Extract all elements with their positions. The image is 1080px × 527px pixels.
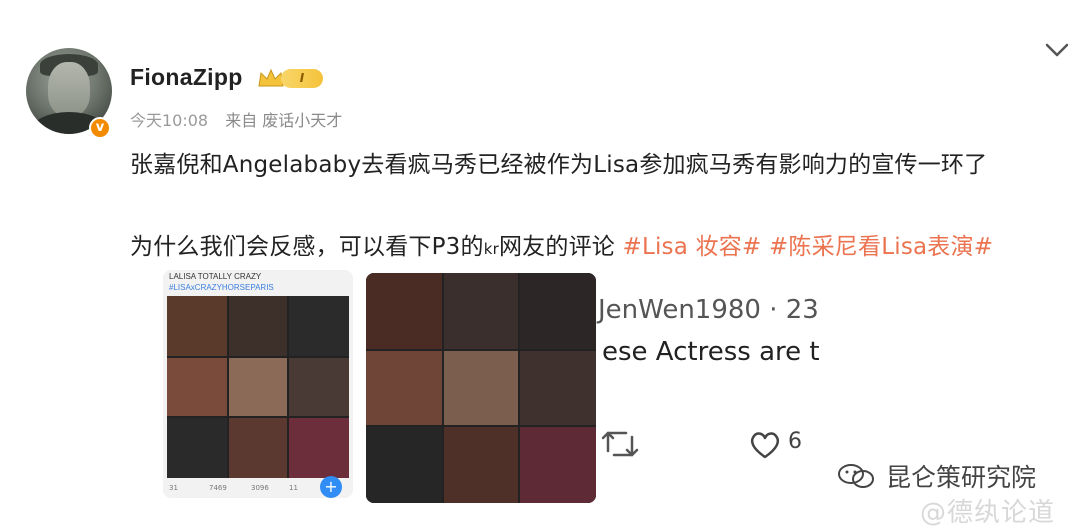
watermark-text-1: 昆仑策研究院 bbox=[886, 463, 1037, 492]
post-image-1[interactable]: LALISA TOTALLY CRAZY #LISAxCRAZYHORSEPAR… bbox=[163, 270, 353, 498]
image1-collage bbox=[167, 296, 349, 478]
collage-cell bbox=[520, 427, 596, 503]
post-text-plain: 为什么我们会反感，可以看下P3的 bbox=[130, 234, 484, 260]
tweet-like-count: 6 bbox=[788, 429, 802, 454]
post-meta: 今天10:08 来自 废话小天才 bbox=[130, 107, 354, 131]
collage-cell bbox=[444, 427, 518, 503]
verified-badge-icon: v bbox=[89, 117, 111, 139]
image1-comment-count: 31 bbox=[169, 484, 178, 492]
watermark-text-2: @德纨论道 bbox=[920, 498, 1056, 527]
vip-badge[interactable]: I bbox=[257, 66, 327, 90]
collage-cell bbox=[366, 273, 442, 349]
image1-view-count: 11 bbox=[289, 484, 298, 492]
username[interactable]: FionaZipp bbox=[130, 64, 243, 91]
image1-caption-tag: #LISAxCRAZYHORSEPARIS bbox=[169, 283, 274, 292]
post-image-2[interactable] bbox=[366, 273, 596, 503]
collage-cell bbox=[229, 296, 287, 356]
collage-cell bbox=[444, 273, 518, 349]
image1-caption-title: LALISA TOTALLY CRAZY bbox=[169, 272, 262, 281]
image2-collage bbox=[366, 273, 596, 503]
post-text-line2: 为什么我们会反感，可以看下P3的kr网友的评论 #Lisa 妆容# #陈采尼看L… bbox=[130, 227, 993, 261]
vip-level: I bbox=[281, 69, 323, 88]
wechat-icon bbox=[838, 464, 874, 488]
collage-cell bbox=[520, 351, 596, 425]
collage-cell bbox=[289, 296, 349, 356]
collage-cell bbox=[167, 358, 227, 416]
post-time: 今天10:08 bbox=[130, 111, 209, 130]
collage-cell bbox=[366, 351, 442, 425]
post-image-3[interactable]: JenWen1980 · 23 ese Actress are t 6 bbox=[596, 273, 834, 493]
avatar-face bbox=[48, 62, 90, 116]
hashtag-lisa-makeup[interactable]: #Lisa 妆容# bbox=[622, 234, 761, 260]
collage-cell bbox=[289, 418, 349, 478]
watermark-weibo: @德纨论道 bbox=[920, 492, 1055, 527]
weibo-post: v FionaZipp I 今天10:08 来自 废话小天才 张嘉倪和Angel… bbox=[0, 0, 1080, 527]
post-text-rest: 网友的评论 bbox=[498, 234, 623, 260]
hashtag-chen-lisa-show[interactable]: #陈采尼看Lisa表演# bbox=[769, 234, 993, 260]
plus-icon[interactable]: + bbox=[320, 476, 342, 498]
chevron-down-icon[interactable] bbox=[1043, 40, 1071, 60]
retweet-icon bbox=[601, 431, 639, 457]
heart-icon bbox=[750, 432, 780, 459]
collage-cell bbox=[366, 427, 442, 503]
tweet-text: ese Actress are t bbox=[602, 337, 820, 367]
collage-cell bbox=[229, 358, 287, 416]
post-text-line1: 张嘉倪和Angelababy去看疯马秀已经被作为Lisa参加疯马秀有影响力的宣传… bbox=[130, 152, 988, 178]
collage-cell bbox=[289, 358, 349, 416]
post-source[interactable]: 来自 废话小天才 bbox=[225, 111, 342, 130]
tweet-username: JenWen1980 · 23 bbox=[598, 295, 819, 325]
collage-cell bbox=[229, 418, 287, 478]
post-text-kr: kr bbox=[483, 240, 499, 258]
collage-cell bbox=[167, 296, 227, 356]
collage-cell bbox=[167, 418, 227, 478]
image1-repost-count: 7469 bbox=[209, 484, 227, 492]
collage-cell bbox=[520, 273, 596, 349]
collage-cell bbox=[444, 351, 518, 425]
image1-like-count: 3096 bbox=[251, 484, 269, 492]
